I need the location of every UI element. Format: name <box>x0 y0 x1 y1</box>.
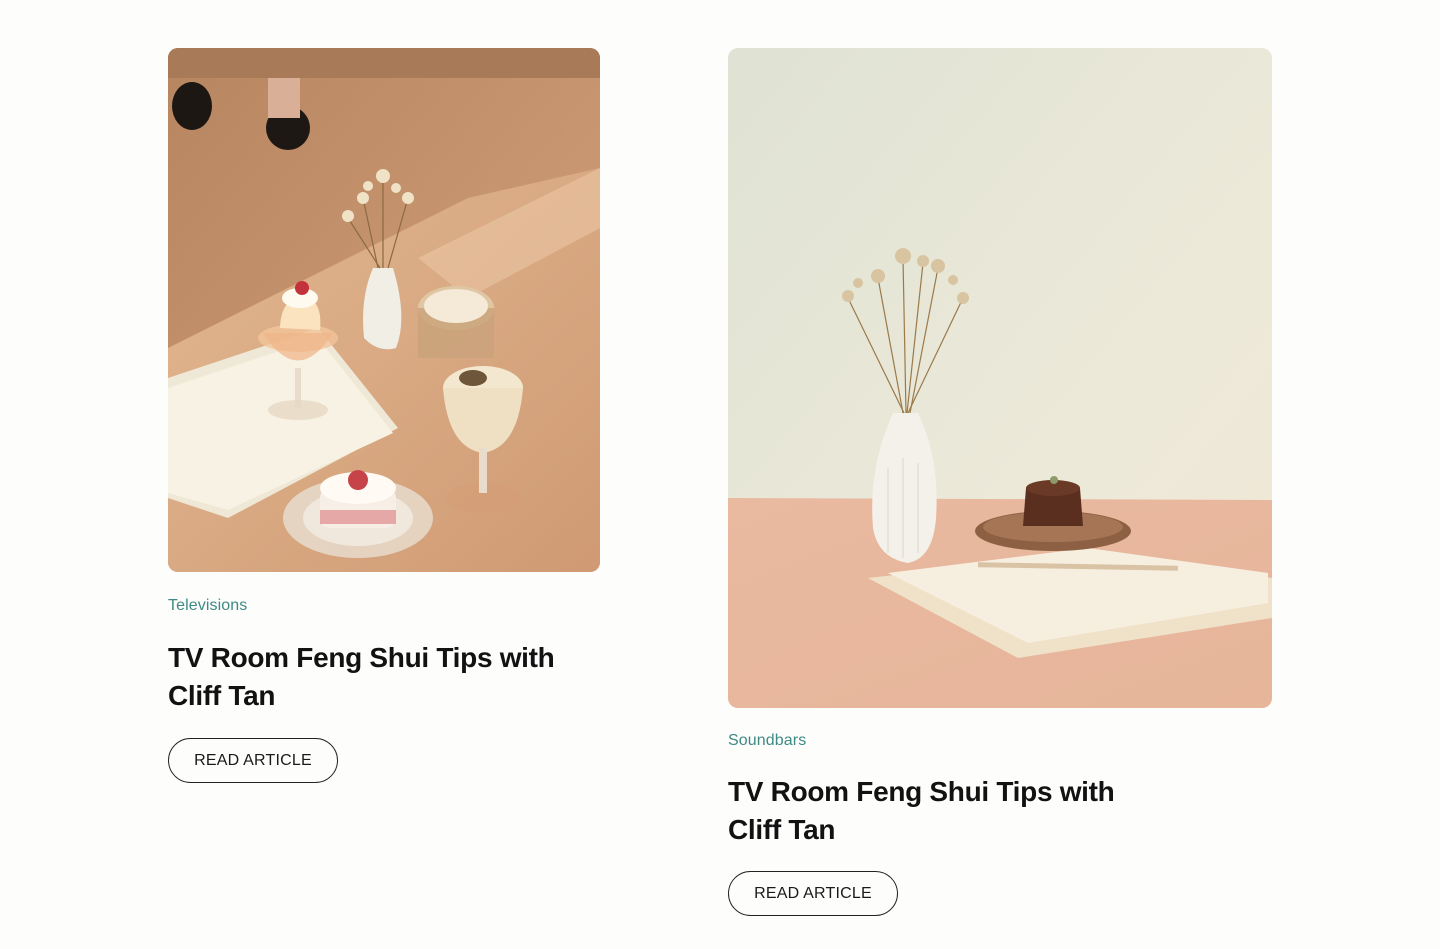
article-title[interactable]: TV Room Feng Shui Tips with Cliff Tan <box>728 773 1148 849</box>
article-image[interactable] <box>168 48 600 572</box>
read-article-button[interactable]: READ ARTICLE <box>168 738 338 783</box>
vase-cake-photo <box>728 48 1272 708</box>
article-category-link[interactable]: Televisions <box>168 597 600 615</box>
article-category-link[interactable]: Soundbars <box>728 732 1272 750</box>
article-title[interactable]: TV Room Feng Shui Tips with Cliff Tan <box>168 639 588 715</box>
read-article-button[interactable]: READ ARTICLE <box>728 871 898 916</box>
article-card: Televisions TV Room Feng Shui Tips with … <box>168 48 600 783</box>
article-image[interactable] <box>728 48 1272 708</box>
dessert-table-photo <box>168 48 600 572</box>
article-card: Soundbars TV Room Feng Shui Tips with Cl… <box>728 48 1272 916</box>
